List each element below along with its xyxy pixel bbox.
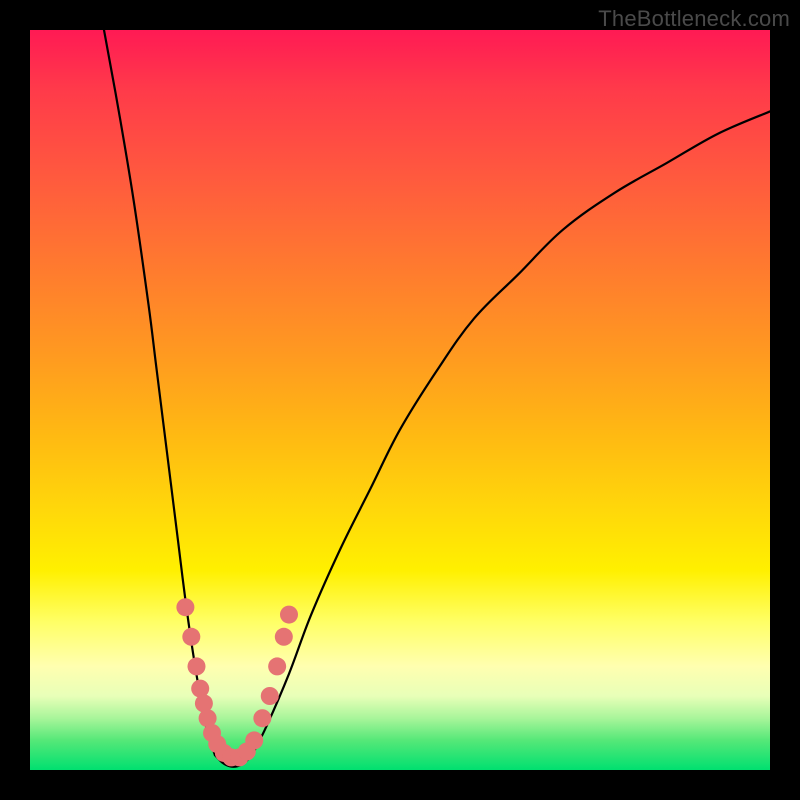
marker-dot bbox=[176, 598, 194, 616]
marker-dot bbox=[245, 731, 263, 749]
curve-group bbox=[104, 30, 770, 767]
marker-dot bbox=[253, 709, 271, 727]
marker-group bbox=[176, 598, 298, 766]
marker-dot bbox=[261, 687, 279, 705]
chart-frame: TheBottleneck.com bbox=[0, 0, 800, 800]
chart-svg bbox=[30, 30, 770, 770]
marker-dot bbox=[280, 606, 298, 624]
curve-right-branch bbox=[252, 111, 770, 755]
marker-dot bbox=[182, 628, 200, 646]
marker-dot bbox=[188, 657, 206, 675]
marker-dot bbox=[275, 628, 293, 646]
marker-dot bbox=[268, 657, 286, 675]
plot-area bbox=[30, 30, 770, 770]
watermark-text: TheBottleneck.com bbox=[598, 6, 790, 32]
curve-left-branch bbox=[104, 30, 215, 755]
